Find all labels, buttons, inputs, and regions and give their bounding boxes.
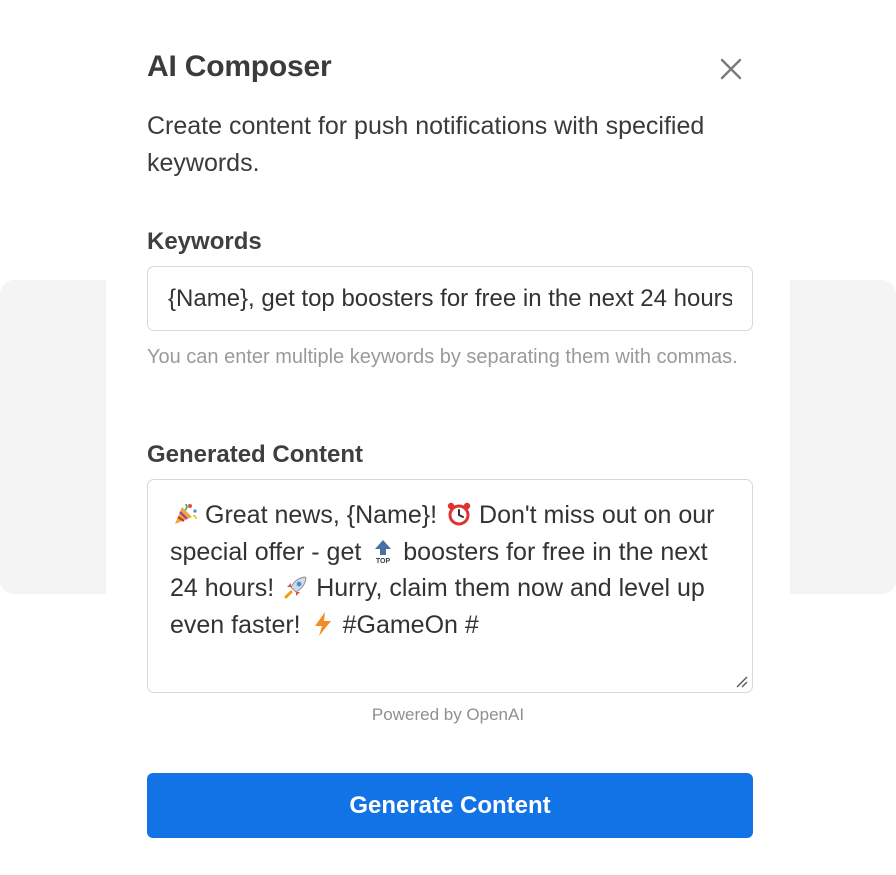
close-icon: [720, 58, 742, 80]
generated-text-part-5: #GameOn #: [342, 610, 479, 639]
generated-text-part-1: Great news, {Name}!: [205, 501, 438, 529]
top-arrow-icon: TOP: [375, 539, 392, 564]
generate-content-button[interactable]: Generate Content: [147, 773, 753, 838]
dialog-description: Create content for push notifications wi…: [147, 112, 705, 177]
alarm-clock-icon: [447, 502, 471, 526]
rocket-icon: [284, 576, 307, 599]
keywords-input[interactable]: [147, 266, 753, 331]
ai-composer-dialog: AI Composer Create content for push noti…: [106, 6, 790, 870]
svg-text:TOP: TOP: [376, 558, 391, 564]
dialog-title: AI Composer: [147, 50, 332, 83]
lightning-icon: [314, 611, 331, 636]
generated-content-label: Generated Content: [147, 441, 364, 468]
keywords-hint: You can enter multiple keywords by separ…: [147, 346, 738, 368]
party-popper-icon: [175, 503, 197, 524]
powered-by-text: Powered by OpenAI: [371, 705, 525, 724]
close-button[interactable]: [714, 52, 748, 86]
resize-handle-icon[interactable]: [734, 674, 748, 688]
keywords-label: Keywords: [147, 228, 262, 255]
generated-content-textarea[interactable]: Great news, {Name}! Don't miss out on ou…: [147, 479, 753, 693]
